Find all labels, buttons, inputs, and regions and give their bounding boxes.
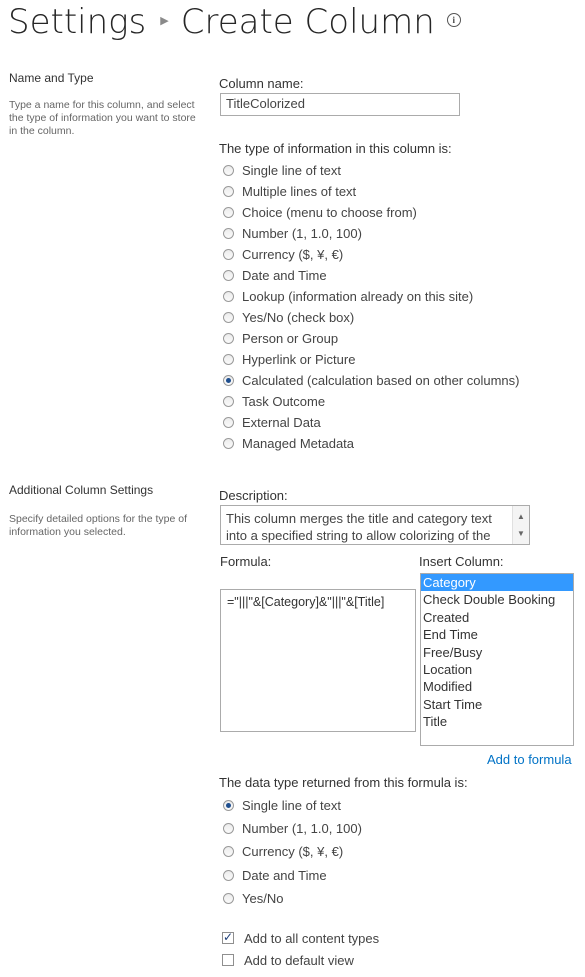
radio-button[interactable] bbox=[223, 165, 234, 176]
radio-button[interactable] bbox=[223, 892, 234, 904]
type-option[interactable]: Multiple lines of text bbox=[223, 181, 520, 202]
formula-textarea[interactable]: ="|||"&[Category]&"|||"&[Title] bbox=[220, 589, 416, 732]
column-option[interactable]: Free/Busy bbox=[421, 644, 573, 661]
return-type-label: The data type returned from this formula… bbox=[219, 775, 468, 790]
description-textarea[interactable]: This column merges the title and categor… bbox=[220, 505, 530, 545]
column-option-selected[interactable]: Category bbox=[421, 574, 573, 592]
type-option[interactable]: Calculated (calculation based on other c… bbox=[223, 370, 520, 391]
type-option[interactable]: Managed Metadata bbox=[223, 433, 520, 454]
info-icon[interactable]: i bbox=[446, 12, 461, 27]
insert-column-label: Insert Column: bbox=[419, 554, 504, 569]
column-option[interactable]: Created bbox=[421, 609, 573, 626]
column-option[interactable]: Modified bbox=[421, 678, 573, 695]
name-type-heading: Name and Type bbox=[9, 71, 94, 85]
radio-button-selected[interactable] bbox=[223, 800, 234, 812]
radio-button-selected[interactable] bbox=[223, 375, 234, 386]
additional-settings-heading: Additional Column Settings bbox=[9, 483, 154, 497]
column-option[interactable]: End Time bbox=[421, 626, 573, 643]
column-name-label: Column name: bbox=[219, 76, 304, 91]
column-name-input[interactable]: TitleColorized bbox=[220, 93, 460, 116]
return-type-option[interactable]: Number (1, 1.0, 100) bbox=[223, 817, 362, 840]
page-title-bar: Settings ▶ Create Column i bbox=[8, 0, 461, 44]
return-type-option[interactable]: Single line of text bbox=[223, 794, 362, 817]
radio-button[interactable] bbox=[223, 396, 234, 407]
checkbox[interactable] bbox=[222, 954, 234, 966]
radio-button[interactable] bbox=[223, 869, 234, 881]
additional-settings-description: Specify detailed options for the type of… bbox=[9, 513, 188, 538]
type-option[interactable]: Currency ($, ¥, €) bbox=[223, 244, 520, 265]
radio-button[interactable] bbox=[223, 354, 234, 365]
name-type-description: Type a name for this column, and select … bbox=[9, 99, 196, 137]
radio-button[interactable] bbox=[223, 249, 234, 260]
radio-button[interactable] bbox=[223, 846, 234, 858]
radio-button[interactable] bbox=[223, 823, 234, 835]
return-type-option[interactable]: Yes/No bbox=[223, 887, 362, 910]
breadcrumb-separator-icon: ▶ bbox=[160, 13, 169, 27]
column-option[interactable]: Title bbox=[421, 713, 573, 730]
column-type-radio-group: Single line of text Multiple lines of te… bbox=[223, 160, 520, 454]
type-option[interactable]: Single line of text bbox=[223, 160, 520, 181]
type-option[interactable]: Yes/No (check box) bbox=[223, 307, 520, 328]
description-text: This column merges the title and categor… bbox=[226, 511, 492, 543]
type-option[interactable]: External Data bbox=[223, 412, 520, 433]
type-option[interactable]: Date and Time bbox=[223, 265, 520, 286]
radio-button[interactable] bbox=[223, 207, 234, 218]
type-option[interactable]: Hyperlink or Picture bbox=[223, 349, 520, 370]
type-option[interactable]: Person or Group bbox=[223, 328, 520, 349]
formula-label: Formula: bbox=[220, 554, 272, 569]
add-to-formula-link[interactable]: Add to formula bbox=[487, 752, 572, 767]
type-option[interactable]: Number (1, 1.0, 100) bbox=[223, 223, 520, 244]
radio-button[interactable] bbox=[223, 417, 234, 428]
radio-button[interactable] bbox=[223, 270, 234, 281]
insert-column-listbox[interactable]: Category Check Double Booking Created En… bbox=[420, 573, 574, 746]
checkbox-checked[interactable] bbox=[222, 930, 234, 944]
radio-button[interactable] bbox=[223, 333, 234, 344]
add-to-default-view-option[interactable]: Add to default view bbox=[222, 949, 379, 971]
page-title: Create Column bbox=[180, 2, 435, 42]
type-option[interactable]: Task Outcome bbox=[223, 391, 520, 412]
type-option[interactable]: Lookup (information already on this site… bbox=[223, 286, 520, 307]
return-type-radio-group: Single line of text Number (1, 1.0, 100)… bbox=[223, 794, 362, 910]
scroll-up-icon[interactable]: ▲ bbox=[517, 508, 525, 525]
scroll-down-icon[interactable]: ▼ bbox=[517, 525, 525, 542]
radio-button[interactable] bbox=[223, 291, 234, 302]
type-option[interactable]: Choice (menu to choose from) bbox=[223, 202, 520, 223]
description-scrollbar[interactable]: ▲ ▼ bbox=[512, 506, 529, 544]
type-label: The type of information in this column i… bbox=[219, 141, 452, 156]
column-option[interactable]: Location bbox=[421, 661, 573, 678]
column-option[interactable]: Check Double Booking bbox=[421, 591, 573, 608]
return-type-option[interactable]: Currency ($, ¥, €) bbox=[223, 840, 362, 863]
checkbox-group: Add to all content types Add to default … bbox=[222, 927, 379, 971]
radio-button[interactable] bbox=[223, 228, 234, 239]
radio-button[interactable] bbox=[223, 312, 234, 323]
add-to-content-types-option[interactable]: Add to all content types bbox=[222, 927, 379, 949]
column-option[interactable]: Start Time bbox=[421, 696, 573, 713]
radio-button[interactable] bbox=[223, 186, 234, 197]
return-type-option[interactable]: Date and Time bbox=[223, 864, 362, 887]
breadcrumb-settings-link[interactable]: Settings bbox=[8, 2, 146, 42]
description-label: Description: bbox=[219, 488, 288, 503]
radio-button[interactable] bbox=[223, 438, 234, 449]
